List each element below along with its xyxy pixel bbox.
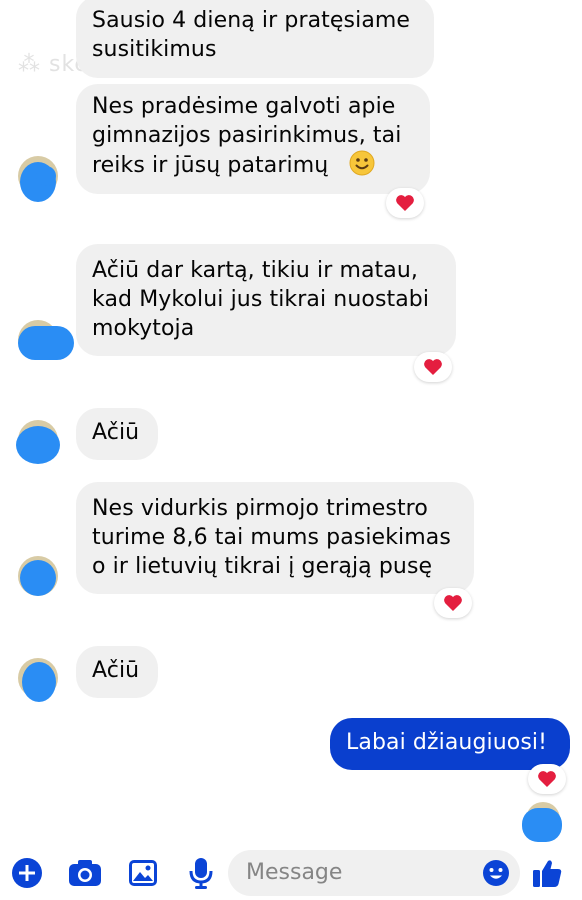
avatar[interactable] [18,658,58,702]
message-bubble-incoming[interactable]: Nes vidurkis pirmojo trimestro turime 8,… [76,482,474,594]
heart-reaction[interactable] [386,188,424,218]
message-line: Nes pradėsime galvoti apie [92,94,396,119]
message-bubble-incoming[interactable]: Ačiū [76,646,158,698]
heart-icon [444,595,462,611]
message-line: o ir lietuvių tikrai į gerąją pusę [92,554,433,579]
plus-icon [12,858,42,888]
message-bubble-incoming[interactable]: Nes pradėsime galvoti apie gimnazijos pa… [76,84,430,194]
message-line: turime 8,6 tai mums pasiekimas [92,525,451,550]
slightly-smiling-face-icon [349,150,375,184]
heart-reaction[interactable] [528,764,566,794]
plus-button[interactable] [10,856,44,890]
message-line: kad Mykolui jus tikrai nuostabi [92,287,430,312]
avatar[interactable] [18,556,58,596]
heart-icon [538,771,556,787]
message-line: susitikimus [92,37,217,62]
microphone-icon [189,858,213,889]
heart-reaction[interactable] [414,352,452,382]
message-line: Ačiū [92,420,140,445]
camera-button[interactable] [68,856,102,890]
composer-bar: Message [0,846,582,900]
message-bubble-incoming[interactable]: Ačiū dar kartą, tikiu ir matau, kad Myko… [76,244,456,356]
avatar[interactable] [18,156,58,202]
read-receipt-avatar [522,802,562,842]
emoji-button[interactable] [482,859,510,887]
thumbs-up-icon [533,860,562,887]
gallery-button[interactable] [126,856,160,890]
heart-icon [424,359,442,375]
message-line: Nes vidurkis pirmojo trimestro [92,496,428,521]
message-bubble-outgoing[interactable]: Labai džiaugiuosi! [330,718,570,770]
message-line: reiks ir jūsų patarimų [92,150,414,184]
avatar[interactable] [18,320,74,360]
emoji-icon [483,860,509,886]
message-line: Ačiū [92,658,140,683]
camera-icon [69,860,101,886]
watermark-logo-icon: ⁂ [18,52,49,77]
message-line: Sausio 4 dieną ir pratęsiame [92,8,411,33]
like-button[interactable] [530,856,564,890]
image-icon [129,860,157,886]
heart-reaction[interactable] [434,588,472,618]
message-bubble-incoming[interactable]: Ačiū [76,408,158,460]
heart-icon [396,195,414,211]
voice-button[interactable] [184,856,218,890]
message-placeholder: Message [246,860,343,885]
message-line: Ačiū dar kartą, tikiu ir matau, [92,258,418,283]
message-line: mokytoja [92,316,195,341]
message-bubble-incoming[interactable]: Sausio 4 dieną ir pratęsiame susitikimus [76,0,434,78]
message-line: Labai džiaugiuosi! [346,730,548,755]
message-line: gimnazijos pasirinkimus, tai [92,123,402,148]
avatar[interactable] [16,420,60,464]
message-input[interactable]: Message [228,850,520,896]
